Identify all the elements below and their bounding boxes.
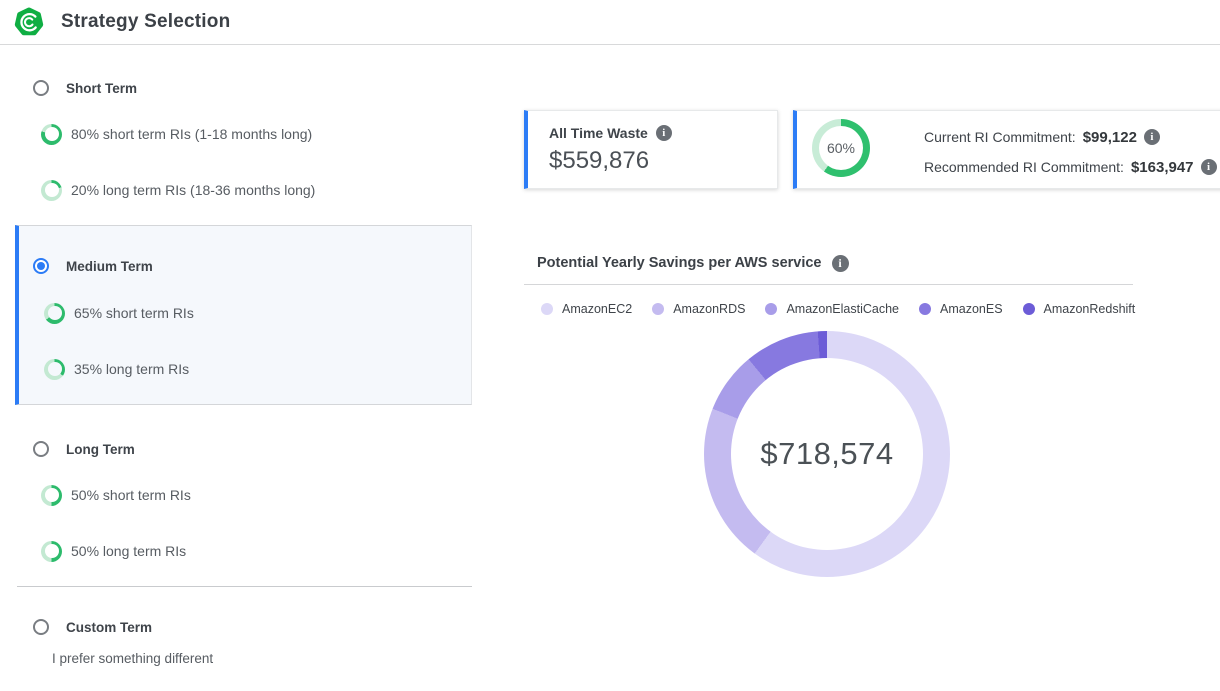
- allocation-ring: [41, 124, 62, 145]
- allocation-row: 35% long term RIs: [44, 357, 471, 381]
- option-label: Medium Term: [66, 259, 153, 274]
- info-icon[interactable]: i: [832, 255, 849, 272]
- legend-label: AmazonRDS: [673, 302, 745, 316]
- allocation-ring: [44, 359, 65, 380]
- strategy-option-custom-term[interactable]: Custom Term: [33, 615, 472, 639]
- savings-chart-section: Potential Yearly Savings per AWS service…: [524, 250, 1133, 577]
- legend-item-amazonec2[interactable]: AmazonEC2: [541, 302, 632, 316]
- commitment-label: Recommended RI Commitment:: [924, 159, 1124, 175]
- custom-term-description: I prefer something different: [52, 651, 472, 671]
- legend-dot: [919, 303, 931, 315]
- legend-item-amazonrds[interactable]: AmazonRDS: [652, 302, 745, 316]
- legend-item-amazonredshift[interactable]: AmazonRedshift: [1023, 302, 1136, 316]
- commitment-value: $99,122: [1083, 129, 1137, 146]
- legend-item-amazones[interactable]: AmazonES: [919, 302, 1003, 316]
- strategy-option-short-term[interactable]: Short Term: [33, 76, 472, 100]
- legend-label: AmazonRedshift: [1044, 302, 1136, 316]
- commitment-line: Current RI Commitment: $99,122 i: [924, 127, 1217, 147]
- legend-label: AmazonEC2: [562, 302, 632, 316]
- legend-dot: [1023, 303, 1035, 315]
- radio-short-term[interactable]: [33, 80, 49, 96]
- divider: [17, 586, 472, 587]
- allocation-ring: [41, 541, 62, 562]
- legend-dot: [652, 303, 664, 315]
- chart-title: Potential Yearly Savings per AWS service: [537, 255, 822, 271]
- allocation-row: 65% short term RIs: [44, 301, 471, 325]
- chart-legend: AmazonEC2 AmazonRDS AmazonElastiCache Amazo…: [524, 301, 1133, 317]
- all-time-waste-card: All Time Waste i $559,876: [524, 110, 778, 189]
- commitment-lines: Current RI Commitment:$99,122iRecommende…: [924, 127, 1217, 177]
- allocation-row: 50% short term RIs: [41, 483, 472, 507]
- commitment-gauge: 60%: [812, 119, 870, 177]
- radio-medium-term[interactable]: [33, 258, 49, 274]
- commitment-label: Current RI Commitment:: [924, 129, 1076, 145]
- radio-custom-term[interactable]: [33, 619, 49, 635]
- option-label: Short Term: [66, 81, 137, 96]
- commitment-line: Recommended RI Commitment: $163,947 i: [924, 157, 1217, 177]
- strategy-option-medium-term[interactable]: Medium Term: [33, 254, 471, 278]
- gauge-percent-label: 60%: [827, 140, 855, 156]
- info-icon[interactable]: i: [1144, 129, 1160, 145]
- allocation-ring: [41, 180, 62, 201]
- info-icon[interactable]: i: [656, 125, 672, 141]
- option-label: Custom Term: [66, 620, 152, 635]
- legend-label: AmazonES: [940, 302, 1003, 316]
- page-title: Strategy Selection: [61, 11, 230, 33]
- allocation-label: 20% long term RIs (18-36 months long): [71, 182, 315, 198]
- waste-card-value: $559,876: [549, 147, 777, 175]
- waste-card-label: All Time Waste: [549, 125, 648, 141]
- waste-card-header: All Time Waste i: [549, 125, 777, 141]
- strategy-section-medium-term: Medium Term 65% short term RIs 35% long te…: [15, 225, 472, 405]
- divider: [524, 284, 1133, 285]
- allocation-label: 65% short term RIs: [74, 305, 194, 321]
- allocation-ring: [44, 303, 65, 324]
- legend-dot: [541, 303, 553, 315]
- cloudability-logo-icon: [14, 7, 44, 37]
- allocation-row: 20% long term RIs (18-36 months long): [41, 178, 472, 202]
- header: Strategy Selection: [0, 0, 1220, 45]
- strategy-option-long-term[interactable]: Long Term: [33, 437, 472, 461]
- legend-dot: [765, 303, 777, 315]
- radio-long-term[interactable]: [33, 441, 49, 457]
- allocation-label: 80% short term RIs (1-18 months long): [71, 126, 312, 142]
- strategy-section-short-term: Short Term 80% short term RIs (1-18 month…: [15, 76, 472, 202]
- allocation-label: 35% long term RIs: [74, 361, 189, 377]
- legend-label: AmazonElastiCache: [786, 302, 899, 316]
- allocation-label: 50% short term RIs: [71, 487, 191, 503]
- allocation-ring: [41, 485, 62, 506]
- strategy-section-custom-term: Custom Term I prefer something different: [15, 615, 472, 671]
- ri-commitment-card: 60% Current RI Commitment:$99,122iRecomm…: [793, 110, 1220, 189]
- info-icon[interactable]: i: [1201, 159, 1217, 175]
- commitment-value: $163,947: [1131, 159, 1194, 176]
- allocation-label: 50% long term RIs: [71, 543, 186, 559]
- option-label: Long Term: [66, 442, 135, 457]
- donut-center-value: $718,574: [760, 436, 893, 472]
- chart-header: Potential Yearly Savings per AWS service…: [524, 250, 1133, 276]
- savings-donut-chart[interactable]: $718,574: [704, 331, 950, 577]
- allocation-row: 50% long term RIs: [41, 539, 472, 563]
- strategy-sidebar: Short Term 80% short term RIs (1-18 month…: [15, 68, 472, 671]
- legend-item-amazonelasticache[interactable]: AmazonElastiCache: [765, 302, 899, 316]
- allocation-row: 80% short term RIs (1-18 months long): [41, 122, 472, 146]
- strategy-section-long-term: Long Term 50% short term RIs 50% long term…: [15, 437, 472, 563]
- donut-hole: $718,574: [731, 358, 923, 550]
